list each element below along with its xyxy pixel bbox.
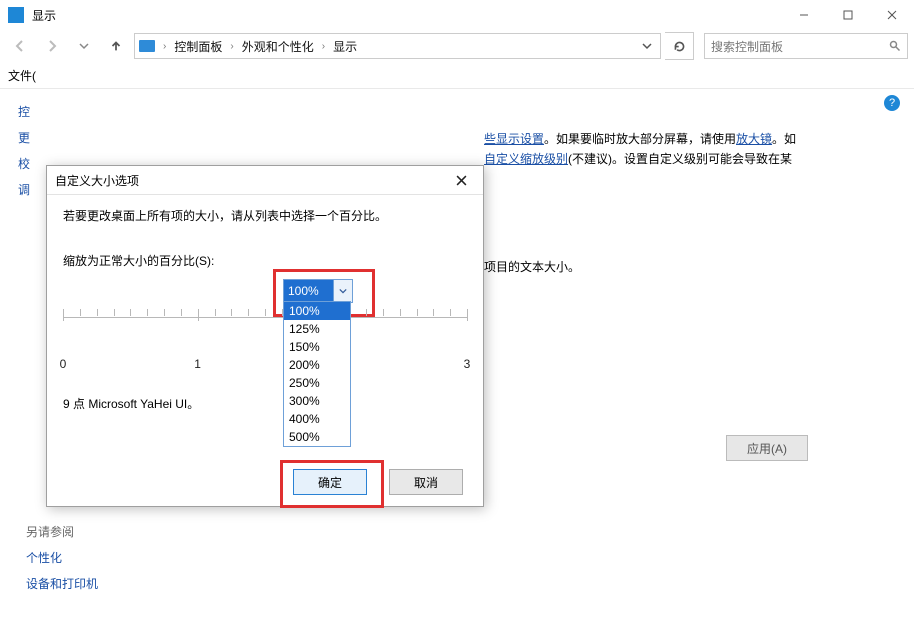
minimize-button[interactable]: [782, 0, 826, 30]
scale-option[interactable]: 250%: [284, 374, 350, 392]
left-nav-item[interactable]: 调: [18, 177, 30, 203]
chevron-down-icon[interactable]: [333, 280, 352, 302]
app-icon: [8, 7, 24, 23]
ruler-baseline: [63, 317, 467, 318]
scale-percent-list: 100% 125% 150% 200% 250% 300% 400% 500%: [283, 301, 351, 447]
left-nav-item[interactable]: 更: [18, 125, 30, 151]
close-button[interactable]: [870, 0, 914, 30]
left-nav: 控 更 校 调: [18, 99, 30, 203]
titlebar: 显示: [0, 0, 914, 30]
nav-row: › 控制面板 › 外观和个性化 › 显示 搜索控制面板: [0, 30, 914, 62]
breadcrumb-item[interactable]: 显示: [333, 38, 357, 55]
scale-option[interactable]: 125%: [284, 320, 350, 338]
refresh-button[interactable]: [665, 32, 694, 60]
apply-button[interactable]: 应用(A): [726, 435, 808, 461]
address-bar[interactable]: › 控制面板 › 外观和个性化 › 显示: [134, 33, 661, 59]
related-devices-printers[interactable]: 设备和打印机: [26, 571, 98, 597]
menu-file[interactable]: 文件(: [8, 67, 36, 84]
font-sample-text: 9 点 Microsoft YaHei UI。: [63, 395, 199, 412]
custom-size-dialog: 自定义大小选项 若要更改桌面上所有项的大小，请从列表中选择一个百分比。 缩放为正…: [46, 165, 484, 507]
recent-locations-button[interactable]: [70, 32, 98, 60]
related-personalization[interactable]: 个性化: [26, 545, 98, 571]
breadcrumb-item[interactable]: 控制面板: [174, 38, 222, 55]
up-button[interactable]: [102, 32, 130, 60]
display-settings-link[interactable]: 些显示设置: [484, 132, 544, 146]
related-links: 另请参阅 个性化 设备和打印机: [26, 519, 98, 597]
scale-option[interactable]: 500%: [284, 428, 350, 446]
ruler[interactable]: 0 1 2 3: [63, 307, 467, 367]
address-dropdown-icon[interactable]: [638, 41, 656, 51]
search-box[interactable]: 搜索控制面板: [704, 33, 908, 59]
scale-percent-combo[interactable]: 100%: [283, 279, 353, 303]
custom-scale-link[interactable]: 自定义缩放级别: [484, 152, 568, 166]
scale-option[interactable]: 100%: [284, 302, 350, 320]
background-paragraph: 些显示设置。如果要临时放大部分屏幕，请使用放大镜。如 自定义缩放级别(不建议)。…: [484, 129, 888, 169]
related-header: 另请参阅: [26, 519, 98, 545]
window-title: 显示: [32, 7, 56, 24]
scale-percent-value: 100%: [284, 280, 333, 302]
dialog-close-button[interactable]: [447, 168, 475, 192]
item-text-size-label: 项目的文本大小。: [484, 257, 580, 277]
scale-option[interactable]: 400%: [284, 410, 350, 428]
left-nav-item[interactable]: 控: [18, 99, 30, 125]
search-icon: [889, 40, 901, 52]
folder-icon: [139, 40, 155, 52]
left-nav-item[interactable]: 校: [18, 151, 30, 177]
dialog-body: 若要更改桌面上所有项的大小，请从列表中选择一个百分比。 缩放为正常大小的百分比(…: [47, 195, 483, 471]
ruler-label: 3: [464, 357, 471, 371]
forward-button[interactable]: [38, 32, 66, 60]
scale-percent-label: 缩放为正常大小的百分比(S):: [63, 252, 214, 269]
scale-combo-wrap: 100% 100% 125% 150% 200% 250% 300% 400% …: [283, 279, 353, 303]
content-area: ? 控 更 校 调 些显示设置。如果要临时放大部分屏幕，请使用放大镜。如 自定义…: [0, 89, 914, 620]
ruler-label: 1: [194, 357, 201, 371]
scale-option[interactable]: 200%: [284, 356, 350, 374]
breadcrumb-item[interactable]: 外观和个性化: [242, 38, 314, 55]
scale-option[interactable]: 300%: [284, 392, 350, 410]
maximize-button[interactable]: [826, 0, 870, 30]
breadcrumb-sep: ›: [320, 41, 327, 52]
help-icon[interactable]: ?: [884, 95, 900, 111]
ok-button[interactable]: 确定: [293, 469, 367, 495]
dialog-titlebar: 自定义大小选项: [47, 166, 483, 195]
dialog-title: 自定义大小选项: [55, 172, 447, 189]
scale-option[interactable]: 150%: [284, 338, 350, 356]
cancel-button[interactable]: 取消: [389, 469, 463, 495]
search-placeholder: 搜索控制面板: [711, 38, 885, 55]
menu-bar: 文件(: [0, 62, 914, 89]
breadcrumb-sep: ›: [161, 41, 168, 52]
ruler-label: 0: [60, 357, 67, 371]
magnifier-link[interactable]: 放大镜: [736, 132, 772, 146]
dialog-button-row: 确定 取消: [47, 458, 483, 506]
breadcrumb-sep: ›: [228, 41, 235, 52]
back-button[interactable]: [6, 32, 34, 60]
scale-row: 缩放为正常大小的百分比(S):: [63, 252, 467, 269]
dialog-description: 若要更改桌面上所有项的大小，请从列表中选择一个百分比。: [63, 207, 467, 224]
